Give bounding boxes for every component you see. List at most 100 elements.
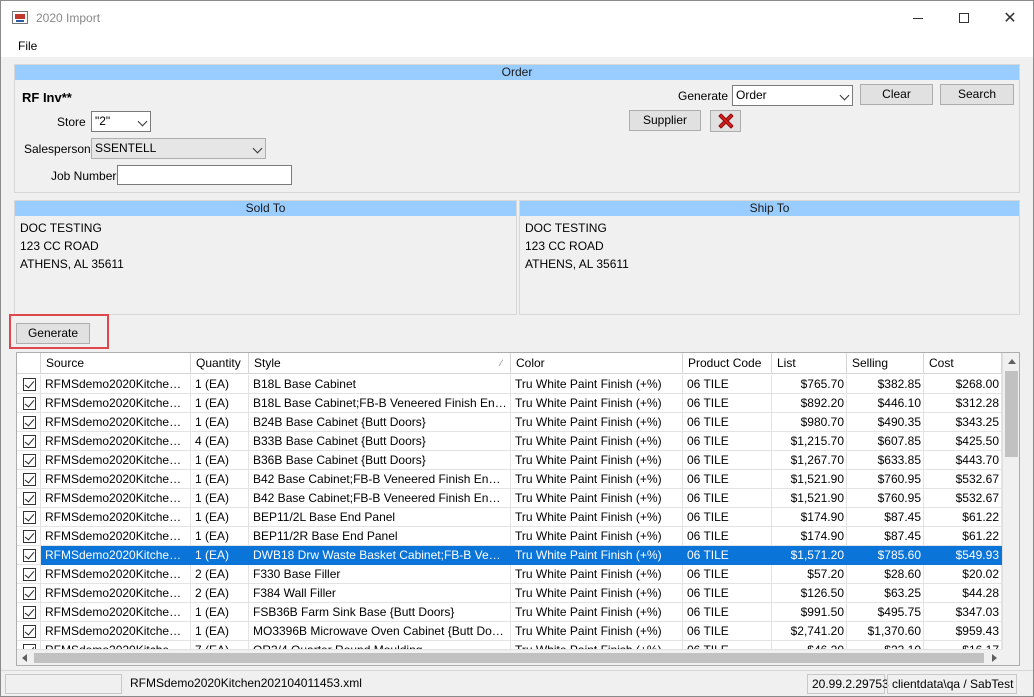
clear-button[interactable]: Clear	[860, 84, 933, 105]
cell-list[interactable]: $765.70	[772, 375, 847, 394]
cell-selling[interactable]: $87.45	[847, 508, 924, 527]
cell-product-code[interactable]: 06 TILE	[683, 527, 772, 546]
vertical-scrollbar[interactable]	[1002, 353, 1019, 649]
cell-source[interactable]: RFMSdemo2020Kitchen20...	[41, 413, 191, 432]
table-row[interactable]: RFMSdemo2020Kitchen20... 1 (EA) BEP11/2L B…	[17, 508, 1002, 527]
vertical-scroll-thumb[interactable]	[1005, 371, 1018, 457]
cell-source[interactable]: RFMSdemo2020Kitchen20...	[41, 546, 191, 565]
cell-style[interactable]: DWB18 Drw Waste Basket Cabinet;FB-B Vene…	[249, 546, 511, 565]
cell-list[interactable]: $1,215.70	[772, 432, 847, 451]
cell-style[interactable]: B18L Base Cabinet	[249, 375, 511, 394]
search-button[interactable]: Search	[940, 84, 1014, 105]
scroll-left-icon[interactable]	[22, 654, 27, 662]
header-selling[interactable]: Selling	[847, 353, 924, 374]
cell-style[interactable]: BEP11/2L Base End Panel	[249, 508, 511, 527]
cell-cost[interactable]: $425.50	[924, 432, 1002, 451]
row-checkbox[interactable]	[23, 454, 36, 467]
cell-cost[interactable]: $312.28	[924, 394, 1002, 413]
cell-product-code[interactable]: 06 TILE	[683, 584, 772, 603]
cell-source[interactable]: RFMSdemo2020Kitchen20...	[41, 584, 191, 603]
cell-source[interactable]: RFMSdemo2020Kitchen20...	[41, 527, 191, 546]
cell-product-code[interactable]: 06 TILE	[683, 565, 772, 584]
cell-source[interactable]: RFMSdemo2020Kitchen20...	[41, 622, 191, 641]
cell-selling[interactable]: $785.60	[847, 546, 924, 565]
cell-source[interactable]: RFMSdemo2020Kitchen20...	[41, 451, 191, 470]
cell-color[interactable]: Tru White Paint Finish (+%)	[511, 565, 683, 584]
row-checkbox[interactable]	[23, 511, 36, 524]
table-row[interactable]: RFMSdemo2020Kitchen20... 1 (EA) B18L Base …	[17, 394, 1002, 413]
cell-style[interactable]: B33B Base Cabinet {Butt Doors}	[249, 432, 511, 451]
row-checkbox[interactable]	[23, 568, 36, 581]
header-check[interactable]	[17, 353, 41, 374]
cell-list[interactable]: $980.70	[772, 413, 847, 432]
cell-color[interactable]: Tru White Paint Finish (+%)	[511, 584, 683, 603]
row-checkbox[interactable]	[23, 492, 36, 505]
cell-cost[interactable]: $443.70	[924, 451, 1002, 470]
header-style[interactable]: Style ⁄	[249, 353, 511, 374]
cell-product-code[interactable]: 06 TILE	[683, 451, 772, 470]
header-list[interactable]: List	[772, 353, 847, 374]
cell-list[interactable]: $1,571.20	[772, 546, 847, 565]
cell-source[interactable]: RFMSdemo2020Kitchen20...	[41, 432, 191, 451]
horizontal-scrollbar[interactable]	[17, 649, 1002, 665]
cell-selling[interactable]: $446.10	[847, 394, 924, 413]
header-quantity[interactable]: Quantity	[191, 353, 249, 374]
table-row[interactable]: RFMSdemo2020Kitchen20... 1 (EA) BEP11/2R B…	[17, 527, 1002, 546]
row-checkbox[interactable]	[23, 625, 36, 638]
cell-color[interactable]: Tru White Paint Finish (+%)	[511, 432, 683, 451]
table-row[interactable]: RFMSdemo2020Kitchen20... 4 (EA) B33B Base …	[17, 432, 1002, 451]
cell-selling[interactable]: $1,370.60	[847, 622, 924, 641]
scroll-right-icon[interactable]	[992, 654, 997, 662]
row-checkbox[interactable]	[23, 530, 36, 543]
table-row[interactable]: RFMSdemo2020Kitchen20... 1 (EA) FSB36B Far…	[17, 603, 1002, 622]
cell-style[interactable]: B18L Base Cabinet;FB-B Veneered Finish E…	[249, 394, 511, 413]
table-row[interactable]: RFMSdemo2020Kitchen20... 1 (EA) B36B Base …	[17, 451, 1002, 470]
cell-list[interactable]: $991.50	[772, 603, 847, 622]
row-checkbox[interactable]	[23, 416, 36, 429]
cell-style[interactable]: MO3396B Microwave Oven Cabinet {Butt Doo…	[249, 622, 511, 641]
cell-list[interactable]: $2,741.20	[772, 622, 847, 641]
cell-color[interactable]: Tru White Paint Finish (+%)	[511, 622, 683, 641]
cell-color[interactable]: Tru White Paint Finish (+%)	[511, 394, 683, 413]
cell-style[interactable]: F330 Base Filler	[249, 565, 511, 584]
generate-type-select[interactable]: Order	[732, 85, 853, 106]
header-product-code[interactable]: Product Code	[683, 353, 772, 374]
cell-list[interactable]: $1,267.70	[772, 451, 847, 470]
cell-selling[interactable]: $63.25	[847, 584, 924, 603]
cell-style[interactable]: BEP11/2R Base End Panel	[249, 527, 511, 546]
header-cost[interactable]: Cost	[924, 353, 1002, 374]
cell-selling[interactable]: $760.95	[847, 489, 924, 508]
cell-list[interactable]: $57.20	[772, 565, 847, 584]
cell-quantity[interactable]: 1 (EA)	[191, 413, 249, 432]
cell-product-code[interactable]: 06 TILE	[683, 546, 772, 565]
horizontal-scroll-thumb[interactable]	[34, 653, 984, 663]
cell-list[interactable]: $892.20	[772, 394, 847, 413]
cell-color[interactable]: Tru White Paint Finish (+%)	[511, 527, 683, 546]
table-row[interactable]: RFMSdemo2020Kitchen20... 1 (EA) B42 Base C…	[17, 489, 1002, 508]
minimize-button[interactable]	[895, 1, 941, 35]
cell-cost[interactable]: $532.67	[924, 489, 1002, 508]
cell-color[interactable]: Tru White Paint Finish (+%)	[511, 489, 683, 508]
cell-product-code[interactable]: 06 TILE	[683, 432, 772, 451]
cell-selling[interactable]: $382.85	[847, 375, 924, 394]
cell-list[interactable]: $1,521.90	[772, 470, 847, 489]
header-source[interactable]: Source	[41, 353, 191, 374]
cell-source[interactable]: RFMSdemo2020Kitchen20...	[41, 375, 191, 394]
cell-selling[interactable]: $607.85	[847, 432, 924, 451]
generate-button[interactable]: Generate	[16, 323, 90, 344]
row-checkbox[interactable]	[23, 473, 36, 486]
cell-style[interactable]: B24B Base Cabinet {Butt Doors}	[249, 413, 511, 432]
cell-cost[interactable]: $343.25	[924, 413, 1002, 432]
scroll-up-icon[interactable]	[1008, 359, 1016, 364]
cell-list[interactable]: $1,521.90	[772, 489, 847, 508]
table-row[interactable]: RFMSdemo2020Kitchen20... 1 (EA) B24B Base …	[17, 413, 1002, 432]
table-row[interactable]: RFMSdemo2020Kitchen20... 1 (EA) B42 Base C…	[17, 470, 1002, 489]
cell-source[interactable]: RFMSdemo2020Kitchen20...	[41, 565, 191, 584]
row-checkbox[interactable]	[23, 397, 36, 410]
cell-style[interactable]: B42 Base Cabinet;FB-B Veneered Finish En…	[249, 489, 511, 508]
cell-cost[interactable]: $549.93	[924, 546, 1002, 565]
cell-color[interactable]: Tru White Paint Finish (+%)	[511, 508, 683, 527]
cell-product-code[interactable]: 06 TILE	[683, 413, 772, 432]
cell-color[interactable]: Tru White Paint Finish (+%)	[511, 451, 683, 470]
cell-source[interactable]: RFMSdemo2020Kitchen20...	[41, 603, 191, 622]
